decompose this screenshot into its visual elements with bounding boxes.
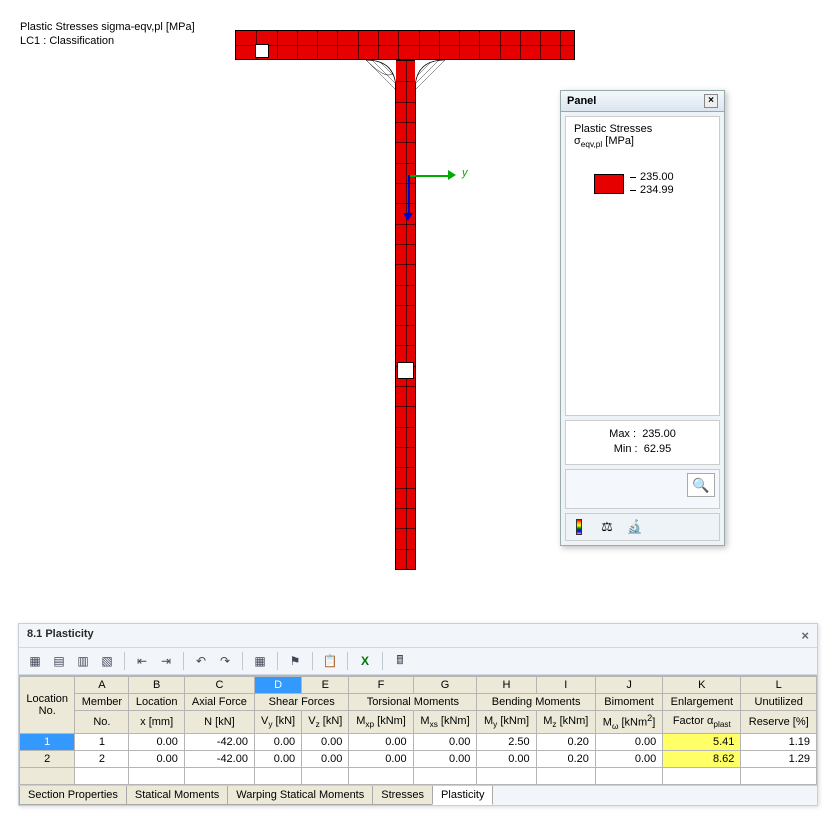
legend-low: 234.99: [630, 184, 674, 197]
cross-section-canvas[interactable]: [235, 30, 575, 580]
panel-header[interactable]: Panel ×: [561, 91, 724, 112]
tb-calc-icon[interactable]: 🖩: [390, 651, 410, 671]
tb-columns-icon[interactable]: ▧: [97, 651, 117, 671]
axis-y-label: y: [462, 167, 468, 179]
panel-title: Panel: [567, 95, 596, 107]
close-icon[interactable]: ×: [704, 94, 718, 108]
section-web: [395, 60, 416, 570]
close-icon[interactable]: ×: [801, 628, 809, 643]
results-panel: 8.1 Plasticity × ▦ ▤ ▥ ▧ ⇤ ⇥ ↶ ↷ ▦ ⚑ 📋 X…: [18, 623, 818, 806]
tb-next-icon[interactable]: ⇥: [156, 651, 176, 671]
tab-plasticity[interactable]: Plasticity: [432, 786, 493, 805]
tb-select-icon[interactable]: ▤: [49, 651, 69, 671]
hole-flange: [255, 44, 269, 58]
tb-redo-icon[interactable]: ↷: [215, 651, 235, 671]
legend-swatch: [594, 174, 624, 194]
balance-icon[interactable]: ⚖: [598, 518, 616, 536]
fillet-left: [366, 60, 396, 90]
viewport-line2: LC1 : Classification: [20, 34, 195, 48]
tb-undo-icon[interactable]: ↶: [191, 651, 211, 671]
panel-body: Plastic Stresses σeqv,pl [MPa] 235.00 23…: [565, 116, 720, 416]
results-toolbar: ▦ ▤ ▥ ▧ ⇤ ⇥ ↶ ↷ ▦ ⚑ 📋 X 🖩: [19, 648, 817, 675]
results-title: 8.1 Plasticity: [27, 628, 94, 643]
tb-sheet-icon[interactable]: ▦: [25, 651, 45, 671]
table-row[interactable]: 110.00-42.000.000.000.000.002.500.200.00…: [20, 733, 817, 750]
tb-filter-icon[interactable]: ⚑: [285, 651, 305, 671]
color-scale-icon[interactable]: [570, 518, 588, 536]
legend-panel[interactable]: Panel × Plastic Stresses σeqv,pl [MPa] 2…: [560, 90, 725, 546]
tb-grid-icon[interactable]: ▦: [250, 651, 270, 671]
results-tabs: Section PropertiesStatical MomentsWarpin…: [19, 785, 817, 805]
hole-web: [397, 362, 414, 379]
grid-header-groups: Member Location Axial Force Shear Forces…: [20, 694, 817, 711]
section-flange: [235, 30, 575, 60]
panel-tool-row1: 🔍: [565, 469, 720, 509]
tab-stresses[interactable]: Stresses: [372, 786, 433, 805]
zoom-tool-icon[interactable]: 🔍: [687, 473, 715, 497]
tb-list-icon[interactable]: ▥: [73, 651, 93, 671]
panel-stats: Max : 235.00 Min : 62.95: [565, 420, 720, 465]
tb-copy-icon[interactable]: 📋: [320, 651, 340, 671]
legend-high: 235.00: [630, 171, 674, 184]
legend-title-1: Plastic Stresses: [574, 123, 711, 135]
panel-tool-row2: ⚖ 🔬: [565, 513, 720, 541]
viewport-line1: Plastic Stresses sigma-eqv,pl [MPa]: [20, 20, 195, 34]
table-row[interactable]: 220.00-42.000.000.000.000.000.000.200.00…: [20, 750, 817, 767]
hdr-location-no[interactable]: LocationNo.: [20, 677, 75, 734]
tab-statical-moments[interactable]: Statical Moments: [126, 786, 228, 805]
grid-header-units: No. x [mm] N [kN] Vy [kN] Vz [kN] Mxp [k…: [20, 711, 817, 734]
tab-warping-statical-moments[interactable]: Warping Statical Moments: [227, 786, 373, 805]
legend-title-2: σeqv,pl [MPa]: [574, 135, 711, 149]
tb-excel-icon[interactable]: X: [355, 651, 375, 671]
results-grid[interactable]: LocationNo. A B C D E F G H I J K L Memb…: [19, 676, 817, 785]
microscope-icon[interactable]: 🔬: [626, 518, 644, 536]
tb-prev-icon[interactable]: ⇤: [132, 651, 152, 671]
fillet-right: [415, 60, 445, 90]
tab-section-properties[interactable]: Section Properties: [19, 786, 127, 805]
viewport-label: Plastic Stresses sigma-eqv,pl [MPa] LC1 …: [20, 20, 195, 49]
grid-col-letters: LocationNo. A B C D E F G H I J K L: [20, 677, 817, 694]
results-grid-wrap[interactable]: LocationNo. A B C D E F G H I J K L Memb…: [19, 675, 817, 785]
